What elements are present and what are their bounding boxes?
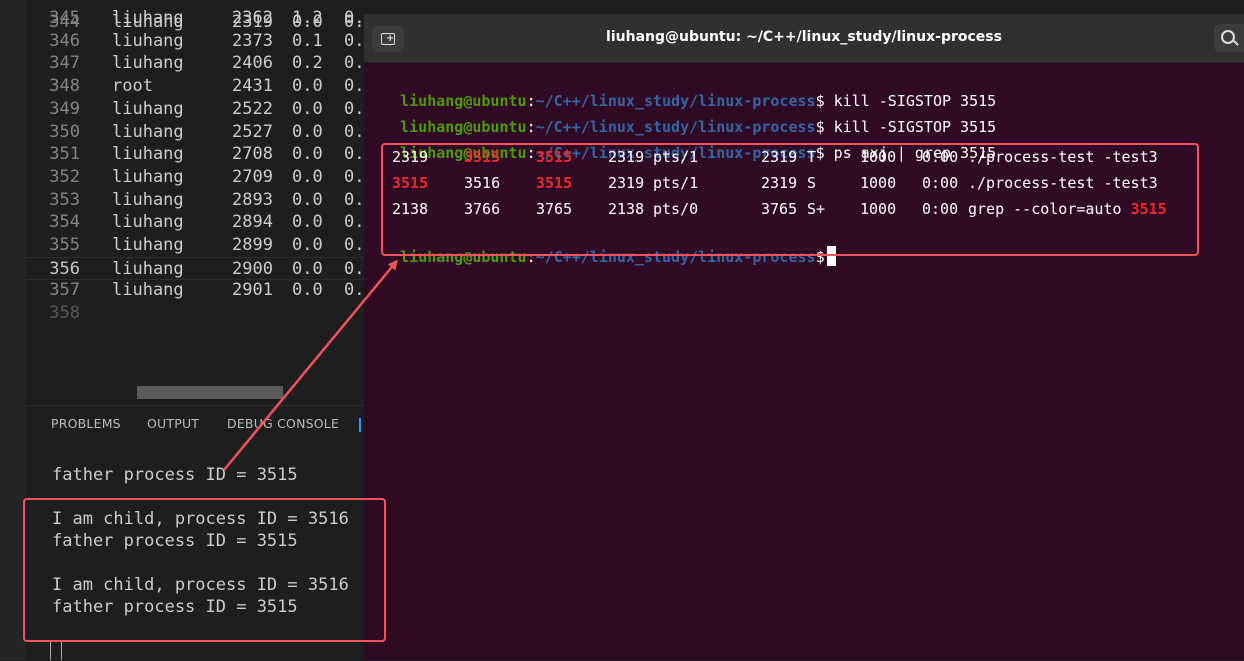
annotation-arrow [223,259,398,471]
